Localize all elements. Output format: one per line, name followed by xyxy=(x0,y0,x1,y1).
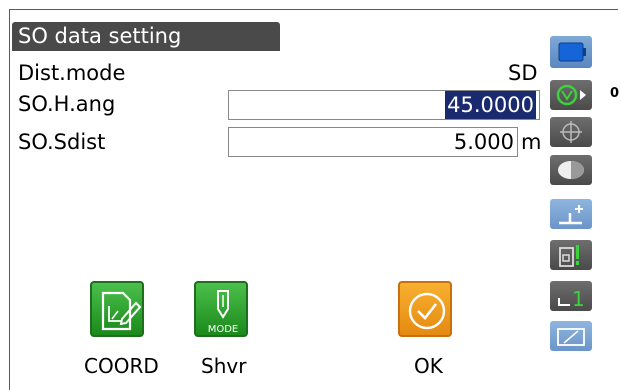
so-sdist-value: 5.000 xyxy=(453,130,514,154)
shvr-softkey[interactable]: MODE xyxy=(194,281,248,337)
shovel-mode-icon: MODE xyxy=(208,290,239,335)
crosshair-icon[interactable] xyxy=(550,117,592,147)
input-mode-icon[interactable] xyxy=(550,240,592,270)
so-sdist-unit: m xyxy=(521,130,542,154)
laser-icon[interactable] xyxy=(550,155,592,185)
so-h-ang-value: 45.0000 xyxy=(445,91,536,119)
shvr-label: Shvr xyxy=(201,354,247,378)
page-title: SO data setting xyxy=(12,22,280,51)
keyboard-icon[interactable] xyxy=(550,321,592,351)
so-sdist-label: SO.Sdist xyxy=(18,130,106,154)
so-sdist-field[interactable]: 5.000 xyxy=(228,127,518,157)
battery-icon[interactable] xyxy=(550,36,592,68)
ok-softkey[interactable] xyxy=(398,281,452,337)
so-h-ang-field[interactable]: 45.0000 xyxy=(228,90,540,120)
tilt-icon[interactable] xyxy=(550,199,592,229)
dist-mode-value[interactable]: SD xyxy=(508,59,538,87)
page-number: 1 xyxy=(572,287,585,311)
coord-icon xyxy=(101,291,142,331)
target-constant-value: 0 xyxy=(610,86,620,101)
ok-label: OK xyxy=(414,354,443,378)
ok-check-icon xyxy=(408,292,446,330)
page-1-icon[interactable]: 1 xyxy=(550,281,592,311)
coord-softkey[interactable] xyxy=(90,281,144,337)
coord-label: COORD xyxy=(84,354,159,378)
target-prism-icon[interactable] xyxy=(550,80,592,110)
so-h-ang-label: SO.H.ang xyxy=(18,92,116,116)
dist-mode-label: Dist.mode xyxy=(18,61,126,85)
mode-text: MODE xyxy=(208,324,239,335)
